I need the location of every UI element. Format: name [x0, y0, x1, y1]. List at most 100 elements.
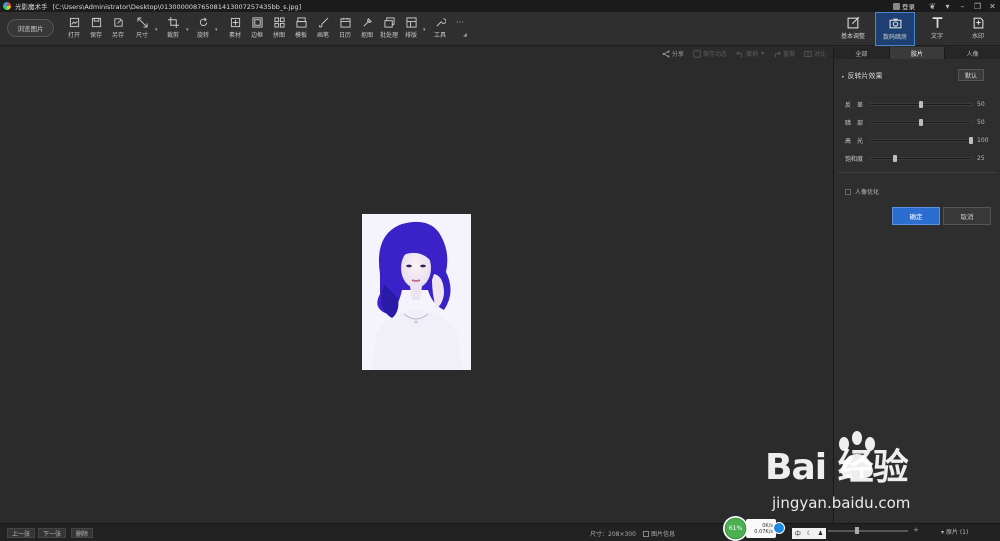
- next-image-button[interactable]: 下一张: [38, 528, 67, 538]
- slider-track[interactable]: [869, 118, 972, 126]
- tab-basic-adjust[interactable]: 基本调整: [833, 12, 873, 46]
- user-avatar-icon: [893, 2, 900, 10]
- collapse-arrow-icon: ▸: [842, 74, 845, 80]
- panel-divider: [838, 172, 997, 173]
- crop-dropdown-icon[interactable]: ▾: [186, 27, 189, 33]
- tool-label: 批处理: [379, 32, 398, 39]
- slider-thumb[interactable]: [969, 136, 973, 144]
- person-icon: ♟: [817, 530, 824, 537]
- undo-button[interactable]: 撤销 ▾: [736, 49, 764, 58]
- subtab-portrait[interactable]: 人像: [945, 47, 1000, 59]
- menu-icon[interactable]: ▾: [940, 0, 955, 12]
- resize-icon: [136, 17, 148, 28]
- input-method-bar[interactable]: 中 ☾ ♟: [792, 528, 826, 539]
- minimize-button[interactable]: –: [955, 0, 970, 12]
- save-dynamic-button[interactable]: 保存动态: [693, 49, 727, 58]
- redo-button[interactable]: 重做: [773, 49, 795, 58]
- frame-icon: [251, 17, 263, 28]
- subtab-all[interactable]: 全部: [834, 47, 890, 59]
- expand-icon[interactable]: ◢: [463, 32, 467, 38]
- tool-label: 拼图: [272, 32, 285, 39]
- zoom-slider-thumb[interactable]: [855, 527, 859, 534]
- app-name: 光影魔术手: [15, 3, 48, 11]
- tool-save[interactable]: 保存: [86, 17, 106, 41]
- slider-track[interactable]: [869, 100, 972, 108]
- tool-label: 尺寸: [135, 32, 148, 39]
- restore-button[interactable]: ❐: [970, 0, 985, 12]
- delete-button[interactable]: 删除: [71, 528, 94, 538]
- tool-label: 工具: [433, 32, 446, 39]
- tool-tools[interactable]: 工具: [430, 17, 450, 41]
- zoom-slider-track[interactable]: [828, 530, 908, 532]
- watermark-url: jingyan.baidu.com: [772, 494, 911, 512]
- tool-open[interactable]: 打开: [64, 17, 84, 41]
- skin-icon[interactable]: ❦: [925, 0, 940, 12]
- tab-watermark[interactable]: 水印: [958, 12, 998, 46]
- tool-label: 素材: [228, 32, 241, 39]
- title-bar-controls: 登录 ❦ ▾ – ❐ ✕: [893, 0, 1000, 12]
- tool-frame[interactable]: 边框: [247, 17, 267, 41]
- slider-track[interactable]: [869, 136, 973, 144]
- tool-resize[interactable]: 尺寸: [132, 17, 152, 41]
- moon-icon: ☾: [806, 530, 812, 537]
- resize-dropdown-icon[interactable]: ▾: [155, 27, 158, 33]
- browse-images-button[interactable]: 浏览图片: [7, 19, 54, 37]
- slider-thumb[interactable]: [918, 118, 923, 126]
- portrait-optimize-checkbox[interactable]: [845, 188, 851, 195]
- tool-brush[interactable]: 画笔: [313, 17, 333, 41]
- watermark-icon: [973, 17, 983, 29]
- tool-material[interactable]: 素材: [225, 17, 245, 41]
- share-label: 分享: [671, 51, 684, 58]
- save-icon: [91, 17, 101, 28]
- tool-batch[interactable]: 批处理: [378, 17, 400, 41]
- save-as-icon: [113, 18, 123, 27]
- image-info-button[interactable]: 图片信息: [643, 529, 675, 538]
- slider-thumb[interactable]: [893, 154, 898, 162]
- watermark-brand: Bai 经验: [765, 447, 909, 488]
- tool-save-as[interactable]: 另存: [108, 17, 128, 41]
- slider-value: 25: [977, 154, 985, 162]
- tool-template[interactable]: 模板: [291, 17, 311, 41]
- tool-layout[interactable]: 排版: [401, 17, 421, 41]
- tab-label: 数码暗房: [882, 34, 907, 41]
- layout-icon: [405, 17, 417, 28]
- subtab-film[interactable]: 胶片: [889, 47, 946, 59]
- accelerate-icon[interactable]: [773, 522, 785, 534]
- default-button[interactable]: 默认: [958, 69, 984, 81]
- edited-photo[interactable]: [362, 214, 471, 370]
- close-button[interactable]: ✕: [985, 0, 1000, 12]
- slider-value: 50: [977, 100, 985, 108]
- tab-digital-darkroom[interactable]: 数码暗房: [875, 12, 915, 46]
- effect-title[interactable]: ▸ 反转片效果: [842, 71, 883, 81]
- slider-thumb[interactable]: [918, 100, 923, 108]
- baidu-jingyan-watermark: Bai 经验 jingyan.baidu.com: [765, 430, 995, 520]
- tool-crop[interactable]: 裁剪: [163, 17, 183, 41]
- portrait-optimize-option[interactable]: 人像优化: [845, 187, 879, 196]
- portrait-optimize-label: 人像优化: [855, 189, 880, 196]
- tool-cutout[interactable]: 抠图: [357, 17, 377, 41]
- tool-icon: [436, 18, 446, 27]
- login-button[interactable]: 登录: [893, 1, 915, 11]
- zoom-mode[interactable]: ▾ 原片 (1): [941, 527, 968, 536]
- tool-calendar[interactable]: 日历: [335, 17, 355, 41]
- confirm-button[interactable]: 确定: [892, 207, 940, 225]
- text-icon: [932, 17, 942, 28]
- previous-image-button[interactable]: 上一张: [7, 528, 36, 538]
- rotate-dropdown-icon[interactable]: ▾: [215, 27, 218, 33]
- compare-button[interactable]: 对比: [804, 49, 826, 58]
- tab-label: 水印: [971, 33, 984, 40]
- tool-label: 另存: [111, 32, 124, 39]
- slider-track[interactable]: [869, 154, 972, 162]
- save-dynamic-label: 保存动态: [702, 51, 727, 58]
- more-tools-button[interactable]: ···: [456, 18, 464, 27]
- tool-collage[interactable]: 拼图: [269, 17, 289, 41]
- share-button[interactable]: 分享: [662, 49, 684, 58]
- zoom-in-icon[interactable]: +: [913, 526, 919, 534]
- tool-rotate[interactable]: 旋转: [193, 17, 213, 41]
- slider-value: 50: [977, 118, 985, 126]
- cancel-button[interactable]: 取消: [943, 207, 991, 225]
- undo-dropdown-icon[interactable]: ▾: [761, 50, 764, 57]
- cpu-usage-gauge: 61%: [723, 516, 748, 541]
- tab-text[interactable]: 文字: [917, 12, 957, 46]
- layout-dropdown-icon[interactable]: ▾: [423, 27, 426, 33]
